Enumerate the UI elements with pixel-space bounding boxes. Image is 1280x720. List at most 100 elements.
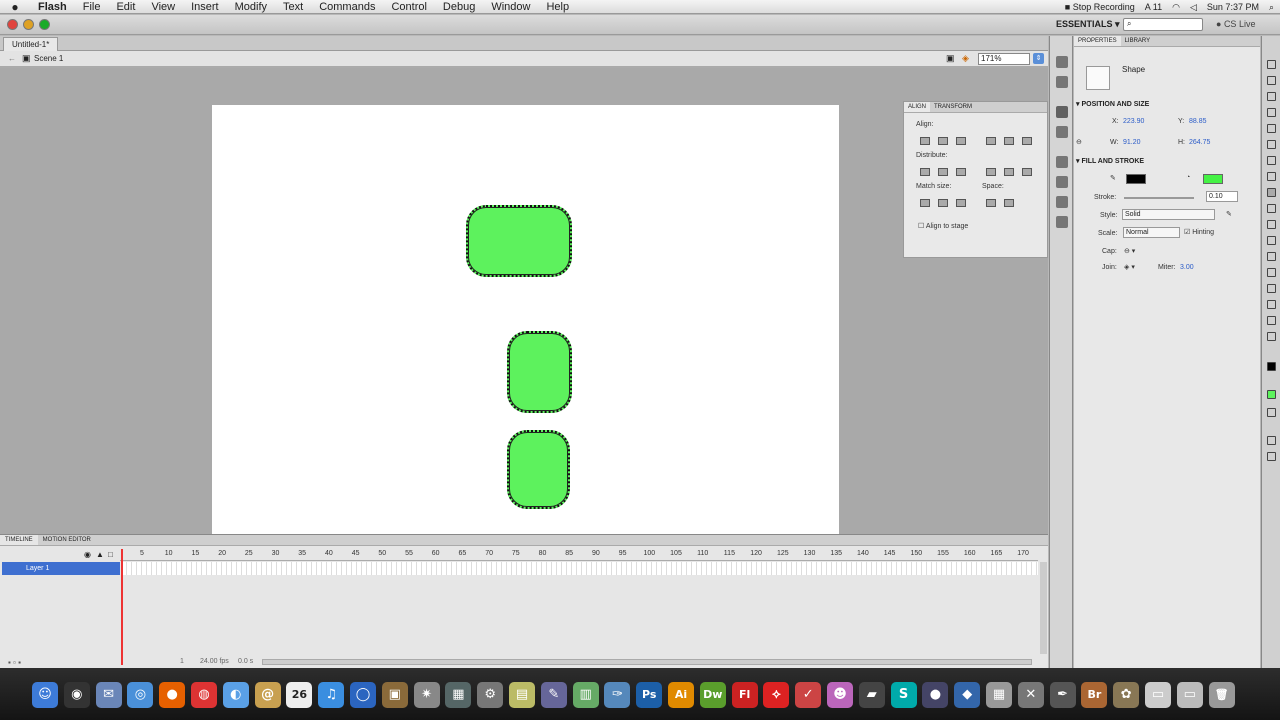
fill-stroke-section-header[interactable]: ▾ FILL AND STROKE <box>1076 157 1144 165</box>
photos-icon[interactable]: ✿ <box>1113 682 1140 708</box>
stroke-color-tool-icon[interactable] <box>1267 362 1276 371</box>
menu-help[interactable]: Help <box>538 1 577 13</box>
ical-icon[interactable]: 26 <box>286 682 313 708</box>
tab-properties[interactable]: PROPERTIES <box>1074 36 1121 46</box>
pencil-tool-icon[interactable] <box>1267 204 1276 213</box>
menu-modify[interactable]: Modify <box>227 1 275 13</box>
zoom-window-button[interactable] <box>39 19 50 30</box>
tab-library[interactable]: LIBRARY <box>1121 36 1155 46</box>
align-right-edge-icon[interactable] <box>954 135 966 145</box>
distribute-right-icon[interactable] <box>1020 166 1032 176</box>
lock-proportions-icon[interactable]: ⊖ <box>1076 138 1082 146</box>
y-value[interactable]: 88.85 <box>1189 118 1207 125</box>
miter-value[interactable]: 3.00 <box>1180 264 1194 271</box>
graphics-icon[interactable]: ✎ <box>540 682 567 708</box>
minimize-window-button[interactable] <box>23 19 34 30</box>
rounded-rect-shape-bottom[interactable] <box>507 430 570 509</box>
tab-transform[interactable]: TRANSFORM <box>930 102 976 112</box>
panel-icon-1[interactable] <box>1056 56 1068 68</box>
x-value[interactable]: 223.90 <box>1123 118 1144 125</box>
menu-text[interactable]: Text <box>275 1 311 13</box>
flash-icon[interactable]: Fl <box>731 682 758 708</box>
subselection-tool-icon[interactable] <box>1267 76 1276 85</box>
tab-motion-editor[interactable]: MOTION EDITOR <box>38 535 96 545</box>
align-horizontal-center-icon[interactable] <box>936 135 948 145</box>
mail-icon[interactable]: ✉ <box>95 682 122 708</box>
docs-icon[interactable]: ▭ <box>1145 682 1171 708</box>
menu-view[interactable]: View <box>143 1 183 13</box>
paint-bucket-tool-icon[interactable] <box>1267 268 1276 277</box>
snap-to-objects-icon[interactable] <box>1267 436 1276 445</box>
selection-tool-icon[interactable] <box>1267 60 1276 69</box>
pen-icon[interactable]: ✒ <box>1049 682 1076 708</box>
bone-tool-icon[interactable] <box>1267 252 1276 261</box>
panel-icon-5[interactable] <box>1056 156 1068 168</box>
deco-tool-icon[interactable] <box>1267 236 1276 245</box>
panel-icon-8[interactable] <box>1056 216 1068 228</box>
pdf-icon[interactable]: ✓ <box>795 682 822 708</box>
tab-align[interactable]: ALIGN <box>904 102 931 112</box>
cs-live-button[interactable]: ● CS Live <box>1216 19 1255 29</box>
eyedropper-tool-icon[interactable] <box>1267 284 1276 293</box>
brush-tool-icon[interactable] <box>1267 220 1276 229</box>
ichat-icon[interactable]: ◐ <box>222 682 249 708</box>
distribute-bottom-icon[interactable] <box>954 166 966 176</box>
x11-icon[interactable]: ✕ <box>1017 682 1044 708</box>
chart-app-icon[interactable]: ▥ <box>572 682 599 708</box>
address-book-icon[interactable]: @ <box>254 682 281 708</box>
chrome-icon[interactable]: ◍ <box>191 682 217 708</box>
window-icon[interactable]: ▦ <box>445 682 472 708</box>
volume-icon[interactable]: ◁ <box>1190 2 1197 13</box>
clapper-icon[interactable]: ▰ <box>858 682 885 708</box>
utility-icon[interactable]: ⚙ <box>477 682 504 708</box>
calculator-icon[interactable]: ▦ <box>986 682 1012 708</box>
help-search-input[interactable]: ⌕ <box>1123 18 1203 31</box>
wifi-icon[interactable]: ◠ <box>1172 2 1180 13</box>
frame-ruler[interactable]: 5 10 15 20 25 30 35 40 45 50 55 60 65 70 75 80 85 90 95 100… <box>120 549 1038 561</box>
cap-select[interactable]: ⊖ ▾ <box>1124 247 1135 255</box>
menu-file[interactable]: File <box>75 1 109 13</box>
stroke-width-field[interactable]: 0.10 <box>1206 191 1238 202</box>
dreamweaver-icon[interactable]: Dw <box>699 682 726 708</box>
trash-icon[interactable]: 🗑 <box>1208 682 1235 708</box>
close-window-button[interactable] <box>7 19 18 30</box>
network-icon[interactable]: ◯ <box>350 682 376 708</box>
pen-app-icon[interactable]: ✑ <box>604 682 631 708</box>
h-value[interactable]: 264.75 <box>1189 139 1210 146</box>
bridge-icon[interactable]: Br <box>1081 682 1108 708</box>
align-panel-icon[interactable] <box>1056 106 1068 118</box>
tab-timeline[interactable]: TIMELINE <box>0 535 38 545</box>
sphere-icon[interactable]: ● <box>922 682 949 708</box>
hinting-checkbox[interactable]: ☑ Hinting <box>1184 228 1214 236</box>
edit-scene-icon[interactable]: ▣ <box>946 53 955 64</box>
stroke-color-swatch[interactable] <box>1126 174 1146 184</box>
playhead[interactable] <box>121 549 123 665</box>
adobe-status-item[interactable]: A 11 <box>1145 2 1162 12</box>
align-to-stage-checkbox[interactable]: ☐ Align to stage <box>918 222 968 230</box>
menu-debug[interactable]: Debug <box>435 1 483 13</box>
acrobat-icon[interactable]: ⟡ <box>763 682 790 708</box>
edit-symbol-icon[interactable]: ◈ <box>962 53 969 64</box>
safari-icon[interactable]: ◎ <box>127 682 154 708</box>
keynote-icon[interactable]: ▤ <box>509 682 535 708</box>
itunes-icon[interactable]: ♫ <box>318 682 345 708</box>
distribute-hcenter-icon[interactable] <box>1002 166 1014 176</box>
fill-color-tool-icon[interactable] <box>1267 390 1276 399</box>
space-vertical-icon[interactable] <box>984 197 996 207</box>
rounded-rect-shape-middle[interactable] <box>507 331 572 413</box>
clock[interactable]: Sun 7:37 PM <box>1207 2 1259 12</box>
menu-edit[interactable]: Edit <box>108 1 143 13</box>
eraser-tool-icon[interactable] <box>1267 300 1276 309</box>
timeline-horizontal-scrollbar[interactable] <box>262 659 1032 665</box>
frame-rate-label[interactable]: 24.00 fps <box>200 658 229 665</box>
eye-icon[interactable]: ◉ <box>84 550 91 559</box>
edit-stroke-style-icon[interactable]: ✎ <box>1226 210 1232 218</box>
fill-color-swatch[interactable] <box>1203 174 1223 184</box>
transform-panel-icon[interactable] <box>1056 126 1068 138</box>
rounded-rect-shape-top[interactable] <box>466 205 572 277</box>
w-value[interactable]: 91.20 <box>1123 139 1141 146</box>
panel-icon-7[interactable] <box>1056 196 1068 208</box>
text-tool-icon[interactable] <box>1267 156 1276 165</box>
distribute-vcenter-icon[interactable] <box>936 166 948 176</box>
menu-commands[interactable]: Commands <box>311 1 383 13</box>
